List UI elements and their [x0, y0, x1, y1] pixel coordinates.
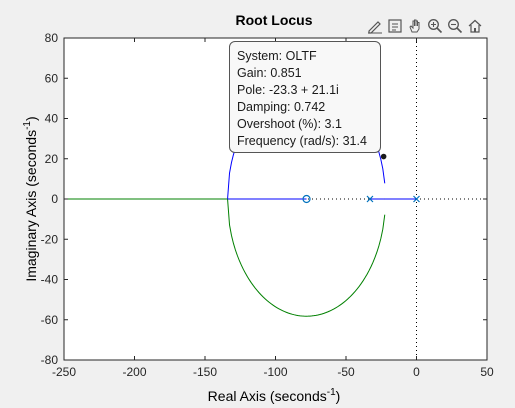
y-tick-label-7: -60: [41, 313, 59, 327]
datatip-overshoot: Overshoot (%): 3.1: [237, 117, 342, 132]
datatip-gain: Gain: 0.851: [237, 66, 302, 81]
x-tick-label-5: 0: [413, 365, 420, 379]
y-tick-label-8: -80: [41, 353, 59, 367]
zoom-in-icon[interactable]: [426, 16, 444, 36]
x-tick-label-0: -250: [52, 365, 76, 379]
x-tick-label-6: 50: [480, 365, 494, 379]
y-tick-label-5: -20: [41, 232, 59, 246]
datatip-frequency: Frequency (rad/s): 31.4: [237, 134, 367, 149]
x-axis-label: Real Axis (seconds-1): [208, 387, 341, 404]
data-tips-icon[interactable]: [386, 16, 404, 36]
annotate-edit-icon[interactable]: [366, 16, 384, 36]
y-tick-label-6: -40: [41, 273, 59, 287]
pan-hand-icon[interactable]: [406, 16, 424, 36]
y-tick-label-2: 40: [45, 112, 59, 126]
chart-title: Root Locus: [236, 12, 313, 28]
selected-point-marker: [380, 153, 387, 160]
x-tick-label-4: -50: [337, 365, 355, 379]
datatip-panel[interactable]: System: OLTF Gain: 0.851 Pole: -23.3 + 2…: [229, 41, 381, 153]
datatip-pole: Pole: -23.3 + 21.1i: [237, 83, 339, 98]
y-tick-label-0: 80: [45, 31, 59, 45]
x-tick-label-3: -100: [263, 365, 287, 379]
x-tick-label-2: -150: [193, 365, 217, 379]
y-tick-label-3: 20: [45, 152, 59, 166]
x-tick-label-1: -200: [122, 365, 146, 379]
y-tick-label-1: 60: [45, 71, 59, 85]
datatip-system: System: OLTF: [237, 49, 317, 63]
datatip-damping: Damping: 0.742: [237, 100, 326, 115]
restore-home-icon[interactable]: [466, 16, 484, 36]
zoom-out-icon[interactable]: [446, 16, 464, 36]
y-axis-label: Imaginary Axis (seconds-1): [22, 116, 39, 281]
axes-toolbar: [366, 16, 484, 36]
y-tick-label-4: 0: [51, 192, 58, 206]
